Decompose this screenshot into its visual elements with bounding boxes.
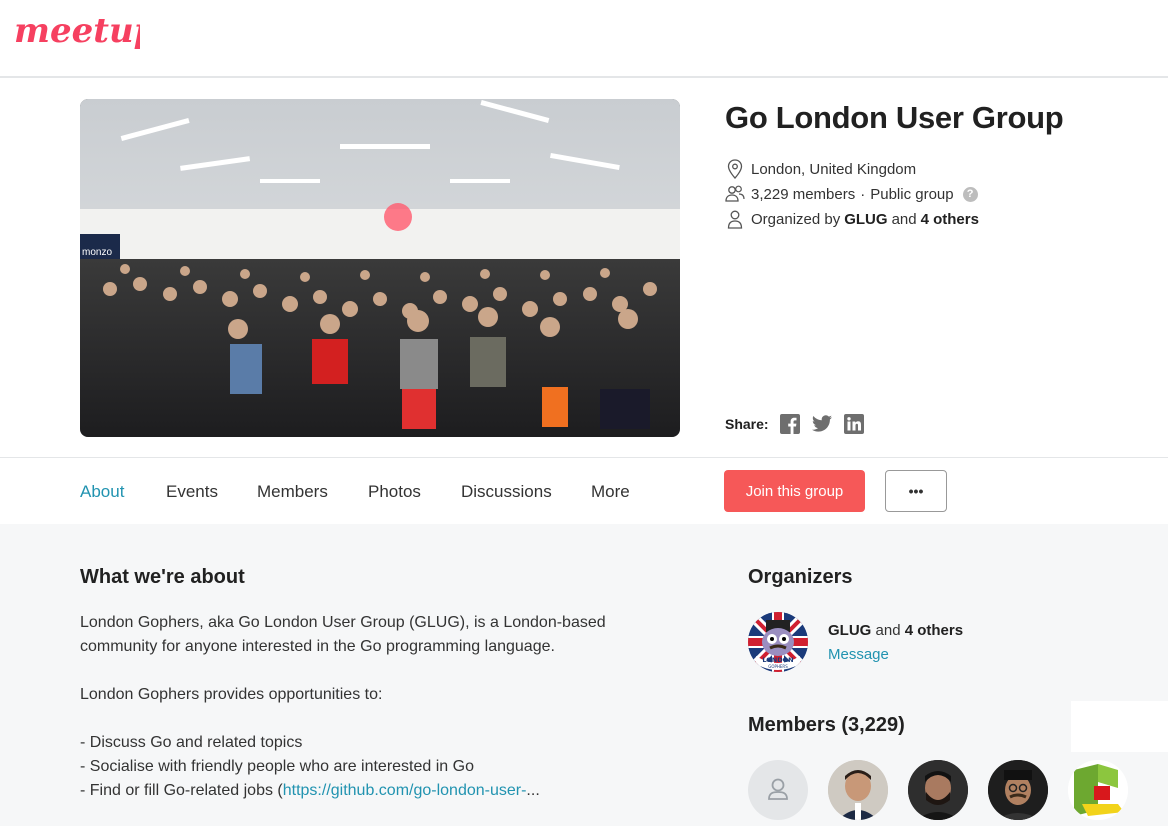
- location-text[interactable]: London, United Kingdom: [751, 161, 916, 178]
- member-avatar[interactable]: [988, 760, 1048, 820]
- about-paragraph-2: London Gophers provides opportunities to…: [80, 686, 383, 703]
- member-avatar[interactable]: [1068, 760, 1128, 820]
- svg-text:GOPHERS: GOPHERS: [768, 664, 788, 669]
- organizer-names: GLUG and 4 others: [828, 622, 963, 639]
- about-bullet-3-prefix: - Find or fill Go-related jobs (: [80, 782, 283, 799]
- tab-discussions[interactable]: Discussions: [461, 482, 552, 502]
- group-title: Go London User Group: [725, 100, 1064, 135]
- help-icon[interactable]: ?: [962, 186, 978, 202]
- meetup-logo[interactable]: meetup: [12, 6, 158, 63]
- twitter-icon[interactable]: [811, 413, 833, 435]
- member-avatar[interactable]: [908, 760, 968, 820]
- group-tabs-bar: About Events Members Photos Discussions …: [0, 457, 1168, 524]
- organized-by-row: Organized by GLUG and 4 others: [725, 209, 979, 229]
- facebook-icon[interactable]: [779, 413, 801, 435]
- members-row: 3,229 members · Public group ?: [725, 184, 978, 204]
- tab-about[interactable]: About: [80, 482, 124, 502]
- organizer-avatar[interactable]: LONDON GOPHERS: [748, 612, 808, 672]
- jobs-link[interactable]: https://github.com/go-london-user-: [283, 782, 527, 799]
- more-options-button[interactable]: •••: [885, 470, 947, 512]
- top-navigation-bar: meetup: [0, 0, 1168, 78]
- meetup-logo-icon: meetup: [14, 11, 158, 51]
- share-section: Share:: [725, 413, 865, 435]
- members-heading: Members (3,229): [748, 714, 905, 736]
- organizer-and: and: [875, 622, 901, 639]
- join-group-button[interactable]: Join this group: [724, 470, 865, 512]
- organizer-name-link[interactable]: GLUG: [844, 211, 887, 228]
- member-avatar[interactable]: [828, 760, 888, 820]
- person-icon: [725, 209, 745, 229]
- about-bullet-3-ellipsis: ...: [526, 782, 540, 799]
- linkedin-icon[interactable]: [843, 413, 865, 435]
- about-bullet-1: - Discuss Go and related topics: [80, 734, 303, 751]
- about-paragraph-1: London Gophers, aka Go London User Group…: [80, 614, 606, 655]
- svg-text:LONDON: LONDON: [762, 656, 793, 664]
- location-pin-icon: [725, 159, 745, 179]
- group-cover-photo: monzo: [80, 99, 680, 437]
- share-label: Share:: [725, 416, 769, 432]
- organizer-name[interactable]: GLUG: [828, 622, 871, 639]
- members-icon: [725, 184, 745, 204]
- svg-text:monzo: monzo: [82, 247, 112, 258]
- about-heading: What we're about: [80, 566, 245, 588]
- tab-photos[interactable]: Photos: [368, 482, 421, 502]
- about-bullet-3: - Find or fill Go-related jobs (https://…: [80, 779, 660, 803]
- organizer-others-link[interactable]: 4 others: [921, 211, 979, 228]
- organized-by-label: Organized by: [751, 210, 841, 228]
- members-count[interactable]: 3,229 members: [751, 186, 855, 203]
- svg-text:meetup: meetup: [14, 11, 140, 51]
- member-avatar-placeholder[interactable]: [748, 760, 808, 820]
- location-row: London, United Kingdom: [725, 159, 916, 179]
- tab-events[interactable]: Events: [166, 482, 218, 502]
- blank-overlay: [1071, 701, 1168, 752]
- tab-more[interactable]: More: [591, 482, 630, 502]
- message-organizer-link[interactable]: Message: [828, 646, 889, 663]
- organized-and: and: [891, 210, 917, 228]
- meta-separator: ·: [860, 185, 866, 203]
- tab-members[interactable]: Members: [257, 482, 328, 502]
- group-visibility: Public group: [870, 185, 954, 203]
- organizers-heading: Organizers: [748, 566, 853, 588]
- group-content-area: What we're about London Gophers, aka Go …: [0, 524, 1168, 826]
- organizer-others[interactable]: 4 others: [905, 622, 963, 639]
- about-bullet-2: - Socialise with friendly people who are…: [80, 758, 474, 775]
